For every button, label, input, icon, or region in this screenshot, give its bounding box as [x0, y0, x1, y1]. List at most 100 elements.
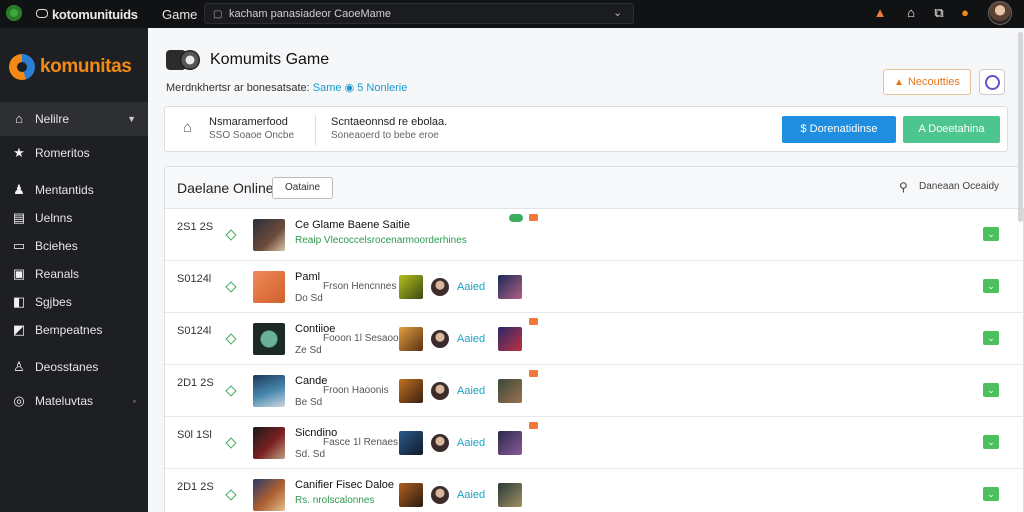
notification-icon[interactable]: ● — [957, 5, 973, 21]
list-row[interactable]: S0l 1Sl Sicndino Fasce 1l Renaes Sd. Sd … — [165, 417, 1024, 469]
donate-label: Dorenatidinse — [809, 123, 878, 135]
sidebar-item-reports[interactable]: ▣ Reanals — [0, 260, 148, 288]
row-time: 2D1 2S — [177, 481, 214, 493]
diamond-icon — [225, 385, 237, 397]
info-sub-2: Soneaoerd to bebe eroe — [331, 130, 439, 141]
sidebar-item-label: Uelnns — [35, 211, 73, 225]
chevron-icon: ◦ — [132, 396, 136, 406]
avatar — [399, 327, 423, 351]
row-green-sub: Rs. nrolscalonnes — [295, 495, 375, 506]
logo-mark-icon — [9, 54, 35, 80]
groups-icon: ◧ — [12, 294, 26, 309]
details-button[interactable]: A Doeetahina — [903, 116, 1000, 143]
donate-button[interactable]: $ Dorenatidinse — [782, 116, 896, 143]
search-icon[interactable]: ⚲ — [899, 180, 908, 194]
sidebar-item-chat[interactable]: ▭ Bciehes — [0, 232, 148, 260]
user-avatar[interactable] — [988, 1, 1012, 25]
avatar — [431, 330, 449, 348]
online-list: Daelane Online Oataine ⚲ Daneaan Oceaidy… — [164, 166, 1024, 512]
sidebar-item-label: Romeritos — [35, 146, 90, 160]
avatar — [431, 486, 449, 504]
alert-icon[interactable]: ▲ — [872, 5, 888, 21]
tab-game[interactable]: Game — [162, 7, 197, 22]
avatar — [399, 431, 423, 455]
main-content: Komumits Game Merdnkhertsr ar bonesatsat… — [148, 28, 1024, 512]
top-bar: kotomunituids Game ▢ kacham panasiadeor … — [0, 0, 1024, 28]
dollar-icon: $ — [800, 123, 810, 135]
notifications-button[interactable]: ▲ Necoutties — [883, 69, 971, 95]
added-link[interactable]: Aaied — [457, 437, 485, 449]
added-link[interactable]: Aaied — [457, 489, 485, 501]
list-row[interactable]: S0124l Contiioe Fooon 1l Sesaooe Ze Sd A… — [165, 313, 1024, 365]
avatar — [431, 434, 449, 452]
game-thumbnail — [253, 375, 285, 407]
games-icon: ◩ — [12, 322, 26, 337]
added-link[interactable]: Aaied — [457, 385, 485, 397]
sidebar-item-favorites[interactable]: ★ Romeritos — [0, 136, 148, 170]
sidebar-item-home[interactable]: ⌂ Nelilre ▼ — [0, 102, 148, 136]
filter-button[interactable]: Oataine — [272, 177, 333, 199]
row-sub2: Do Sd — [295, 293, 323, 304]
sidebar: komunitas ⌂ Nelilre ▼ ★ Romeritos ♟ Ment… — [0, 28, 148, 512]
members-badge-icon: ◉ — [344, 82, 355, 94]
list-row[interactable]: 2D1 2S Cande Froon Haoonis Be Sd Aaied ⌄ — [165, 365, 1024, 417]
sidebar-item-discover[interactable]: ◎ Mateluvtas ◦ — [0, 384, 148, 418]
sidebar-item-label: Bempeatnes — [35, 323, 103, 337]
list-row[interactable]: S0124l Paml Frson Hencnnes Do Sd Aaied ⌄ — [165, 261, 1024, 313]
action-button[interactable]: ⌄ — [983, 279, 999, 293]
diamond-icon — [225, 229, 237, 241]
tag-icon — [529, 422, 538, 429]
row-sub: Froon Haoonis — [323, 385, 389, 396]
row-time: S0124l — [177, 325, 212, 337]
avatar — [498, 379, 522, 403]
row-sub2: Ze Sd — [295, 345, 322, 356]
chevron-down-icon[interactable]: ⌄ — [613, 6, 622, 19]
search-input[interactable]: ▢ kacham panasiadeor CaoeMame ⌄ — [204, 3, 634, 24]
avatar — [498, 327, 522, 351]
added-link[interactable]: Aaied — [457, 281, 485, 293]
info-title-2: Scntaeonnsd re ebolaa. — [331, 116, 448, 128]
added-link[interactable]: Aaied — [457, 333, 485, 345]
chevron-down-icon: ▼ — [127, 114, 136, 124]
scrollbar[interactable] — [1018, 32, 1023, 222]
person-icon: ♙ — [13, 359, 25, 374]
members-count: 5 Nonlerie — [357, 82, 408, 94]
external-icon[interactable]: ⧉ — [931, 5, 947, 21]
avatar — [498, 483, 522, 507]
status-pill-icon — [509, 214, 523, 222]
logo-text: komunitas — [40, 56, 132, 77]
list-row[interactable]: 2D1 2S Canifier Fisec Daloe Rs. nrolscal… — [165, 469, 1024, 512]
sidebar-item-members[interactable]: ♟ Mentantids — [0, 176, 148, 204]
sidebar-item-events[interactable]: ▤ Uelnns — [0, 204, 148, 232]
action-button[interactable]: ⌄ — [983, 331, 999, 345]
sidebar-item-groups[interactable]: ◧ Sgjbes — [0, 288, 148, 316]
action-button[interactable]: ⌄ — [983, 383, 999, 397]
action-button[interactable]: ⌄ — [983, 227, 999, 241]
app-name[interactable]: kotomunituids — [52, 7, 138, 22]
sidebar-item-label: Deosstanes — [35, 360, 99, 374]
game-thumbnail — [253, 271, 285, 303]
house-icon: ⌂ — [183, 119, 193, 136]
diamond-icon — [225, 281, 237, 293]
action-button[interactable]: ⌄ — [983, 487, 999, 501]
sidebar-item-people[interactable]: ♙ Deosstanes — [0, 350, 148, 384]
tag-icon — [529, 318, 538, 325]
row-sub: Frson Hencnnes — [323, 281, 397, 292]
game-thumbnail — [253, 323, 285, 355]
avatar — [399, 379, 423, 403]
app-icon — [36, 9, 48, 18]
row-time: 2S1 2S — [177, 221, 214, 233]
list-row[interactable]: 2S1 2S Ce Glame Baene Saitie Reaip Vleco… — [165, 209, 1024, 261]
action-button[interactable]: ⌄ — [983, 435, 999, 449]
sidebar-item-label: Bciehes — [35, 239, 78, 253]
list-header: Daelane Online Oataine ⚲ Daneaan Oceaidy — [165, 167, 1024, 209]
profile-ring-button[interactable] — [979, 69, 1005, 95]
sidebar-item-label: Mateluvtas — [35, 394, 94, 408]
subline-link[interactable]: Same — [313, 82, 342, 94]
sidebar-item-games[interactable]: ◩ Bempeatnes — [0, 316, 148, 344]
home-icon[interactable]: ⌂ — [903, 5, 919, 21]
search-label[interactable]: Daneaan Oceaidy — [919, 181, 999, 192]
row-sub: Fasce 1l Renaes — [323, 437, 399, 448]
game-icon — [166, 50, 202, 70]
home-icon: ⌂ — [15, 111, 23, 126]
